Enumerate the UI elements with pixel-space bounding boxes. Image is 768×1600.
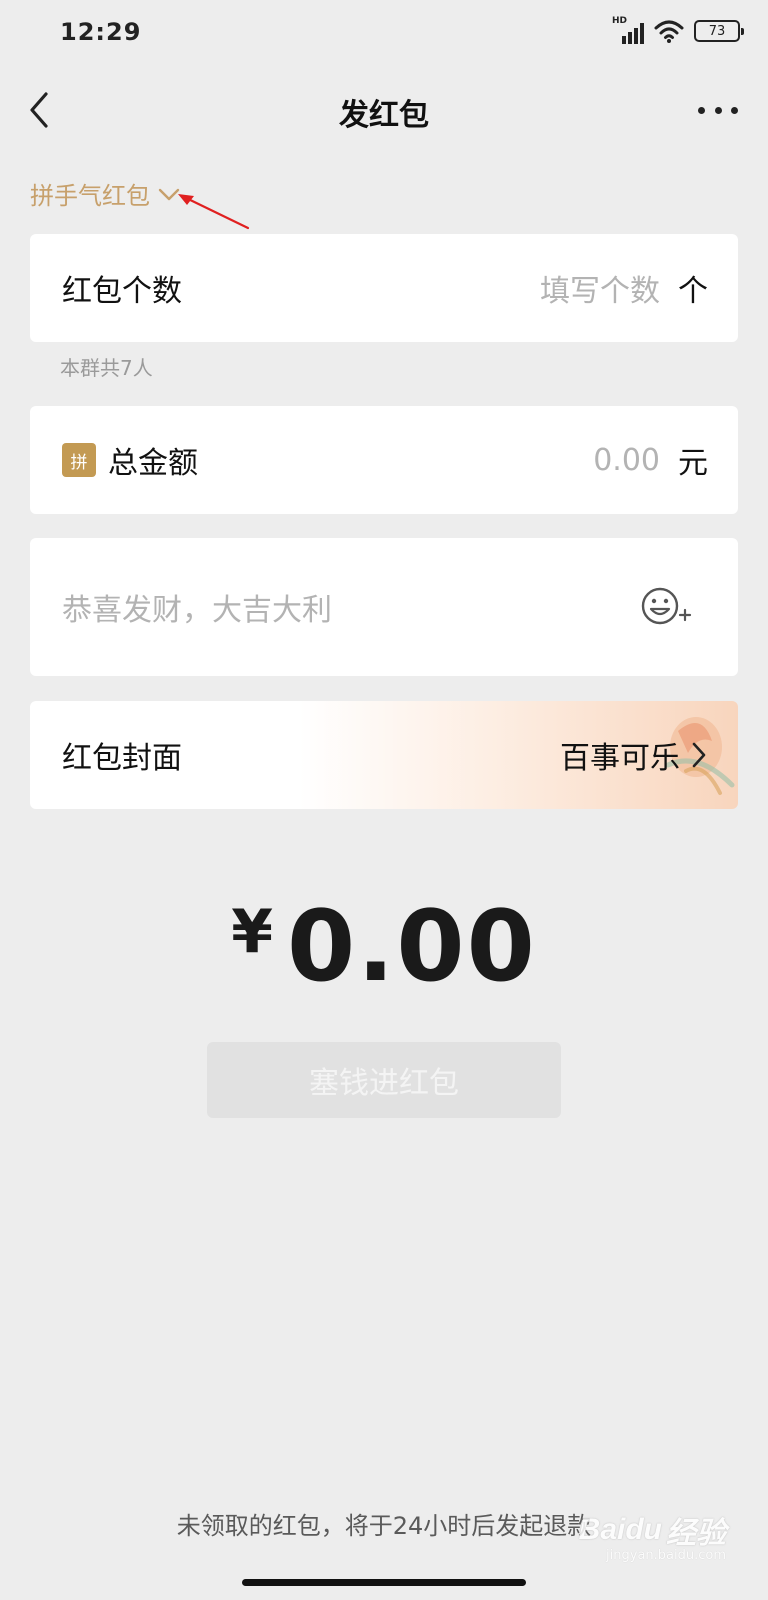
total-amount-row[interactable]: 拼 总金额 0.00 元 (30, 406, 738, 514)
emoji-add-icon[interactable] (640, 585, 692, 629)
greeting-row[interactable]: 恭喜发财，大吉大利 (30, 538, 738, 676)
amount-display: ¥0.00 (0, 890, 768, 1004)
total-amount-label: 总金额 (108, 446, 198, 481)
battery-level: 73 (708, 23, 726, 39)
wifi-icon (654, 20, 684, 43)
total-amount-unit: 元 (678, 446, 708, 481)
nav-header: 发红包 (0, 70, 768, 150)
packet-type-selector[interactable]: 拼手气红包 (30, 176, 182, 211)
group-member-hint: 本群共7人 (60, 356, 153, 380)
signal-icon: HD (612, 16, 644, 44)
packet-count-input[interactable]: 填写个数 (540, 266, 660, 310)
cover-row[interactable]: 红包封面 百事可乐 (30, 701, 738, 809)
amount-value: 0.00 (286, 890, 537, 1004)
status-icons: HD 73 (612, 16, 744, 44)
packet-type-label: 拼手气红包 (30, 182, 150, 210)
battery-icon: 73 (694, 20, 744, 42)
watermark-url: jingyan.baidu.com (606, 1548, 726, 1563)
submit-red-packet-button[interactable]: 塞钱进红包 (207, 1042, 561, 1118)
total-amount-input[interactable]: 0.00 (593, 443, 660, 478)
status-time: 12:29 (60, 18, 142, 46)
status-bar: 12:29 HD 73 (0, 0, 768, 64)
cover-label: 红包封面 (62, 741, 182, 776)
more-horizontal-icon (698, 106, 705, 114)
annotation-arrow-icon (178, 194, 250, 230)
greeting-input[interactable]: 恭喜发财，大吉大利 (62, 585, 332, 629)
cover-value: 百事可乐 (560, 741, 680, 776)
more-button[interactable] (698, 96, 738, 124)
watermark-brand-cn: 经验 (666, 1517, 726, 1550)
currency-symbol: ¥ (231, 897, 273, 967)
packet-count-row[interactable]: 红包个数 填写个数 个 (30, 234, 738, 342)
page-title: 发红包 (339, 98, 429, 133)
chevron-right-icon (692, 742, 706, 768)
packet-count-label: 红包个数 (62, 274, 182, 309)
baidu-watermark: Baidu 经验 jingyan.baidu.com (578, 1508, 726, 1563)
pin-badge-icon: 拼 (62, 443, 96, 477)
packet-count-unit: 个 (678, 274, 708, 309)
watermark-brand: Baidu (578, 1513, 662, 1546)
home-indicator[interactable] (242, 1579, 526, 1586)
